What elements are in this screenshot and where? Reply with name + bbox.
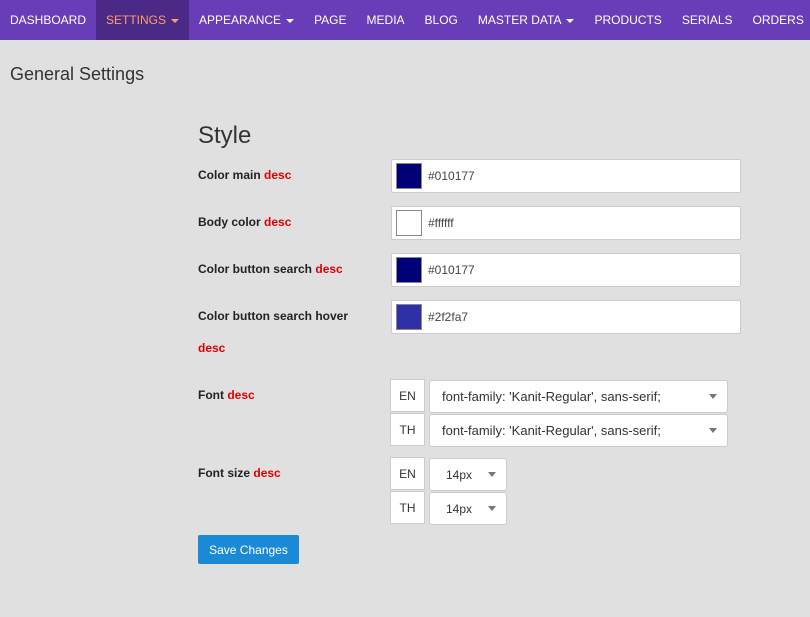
body-color-value: #ffffff [428,216,454,230]
nav-master-data[interactable]: MASTER DATA [468,0,585,40]
nav-page[interactable]: PAGE [304,0,356,40]
nav-master-data-label: MASTER DATA [477,13,562,27]
top-navbar: DASHBOARD SETTINGS APPEARANCE PAGE MEDIA… [0,0,810,40]
nav-blog[interactable]: BLOG [415,0,468,40]
nav-dashboard-label: DASHBOARD [10,13,87,27]
color-main-swatch[interactable] [396,163,422,189]
font-size-th-value: 14px [446,501,473,516]
nav-serials[interactable]: SERIALS [672,0,743,40]
nav-media-label: MEDIA [366,13,405,27]
body-color-label-text: Body color [198,215,261,229]
color-button-search-hover-label: Color button search hover [198,309,349,323]
body-color-swatch[interactable] [396,210,422,236]
nav-orders[interactable]: ORDERS0 [743,0,810,40]
color-button-search-label: Color button search desc [198,262,343,276]
chevron-down-icon [286,18,295,23]
color-button-search-hover-value: #2f2fa7 [428,310,469,324]
color-button-search-label-text: Color button search [198,262,313,276]
color-main-field[interactable]: #010177 [391,159,741,193]
dropdown-arrow-icon [709,394,717,399]
color-button-search-hover-swatch[interactable] [396,304,422,330]
color-main-desc: desc [264,168,292,182]
font-size-label: Font size desc [198,466,281,480]
body-color-label: Body color desc [198,215,291,229]
color-button-search-hover-field[interactable]: #2f2fa7 [391,300,741,334]
font-th-value: font-family: 'Kanit-Regular', sans-serif… [442,423,661,438]
color-main-label: Color main desc [198,168,291,182]
font-size-th-select[interactable]: 14px [429,492,507,525]
color-button-search-desc: desc [315,262,343,276]
chevron-down-icon [171,18,180,23]
font-size-en-select[interactable]: 14px [429,458,507,491]
nav-serials-label: SERIALS [681,13,733,27]
nav-page-label: PAGE [314,13,347,27]
nav-media[interactable]: MEDIA [357,0,415,40]
chevron-down-icon [488,506,496,511]
nav-products[interactable]: PRODUCTS [584,0,671,40]
color-main-value: #010177 [428,169,475,183]
font-th-select[interactable]: font-family: 'Kanit-Regular', sans-serif… [429,414,728,447]
save-changes-button[interactable]: Save Changes [198,535,299,564]
nav-products-label: PRODUCTS [594,13,662,27]
color-button-search-hover-desc: desc [198,341,226,355]
nav-appearance-label: APPEARANCE [199,13,282,27]
font-size-en-value: 14px [446,467,473,482]
font-desc: desc [227,388,255,402]
color-button-search-field[interactable]: #010177 [391,253,741,287]
page-title: General Settings [10,64,145,84]
font-size-th-lang-label: TH [390,491,425,524]
body-color-field[interactable]: #ffffff [391,206,741,240]
font-en-value: font-family: 'Kanit-Regular', sans-serif… [442,389,661,404]
section-title: Style [198,122,252,149]
nav-settings[interactable]: SETTINGS [96,0,190,40]
nav-settings-label: SETTINGS [106,13,167,27]
font-en-lang-label: EN [390,379,425,412]
color-main-label-text: Color main [198,168,261,182]
font-en-select[interactable]: font-family: 'Kanit-Regular', sans-serif… [429,380,728,413]
nav-dashboard[interactable]: DASHBOARD [0,0,96,40]
nav-orders-label: ORDERS [752,13,804,27]
chevron-down-icon [488,472,496,477]
font-label-text: Font [198,388,224,402]
body-color-desc: desc [264,215,292,229]
chevron-down-icon [566,18,575,23]
font-th-lang-label: TH [390,413,425,446]
font-size-desc: desc [253,466,281,480]
font-size-label-text: Font size [198,466,251,480]
nav-appearance[interactable]: APPEARANCE [189,0,304,40]
font-label: Font desc [198,388,255,402]
color-button-search-value: #010177 [428,263,475,277]
font-size-en-lang-label: EN [390,457,425,490]
nav-blog-label: BLOG [424,13,458,27]
dropdown-arrow-icon [709,428,717,433]
color-button-search-swatch[interactable] [396,257,422,283]
